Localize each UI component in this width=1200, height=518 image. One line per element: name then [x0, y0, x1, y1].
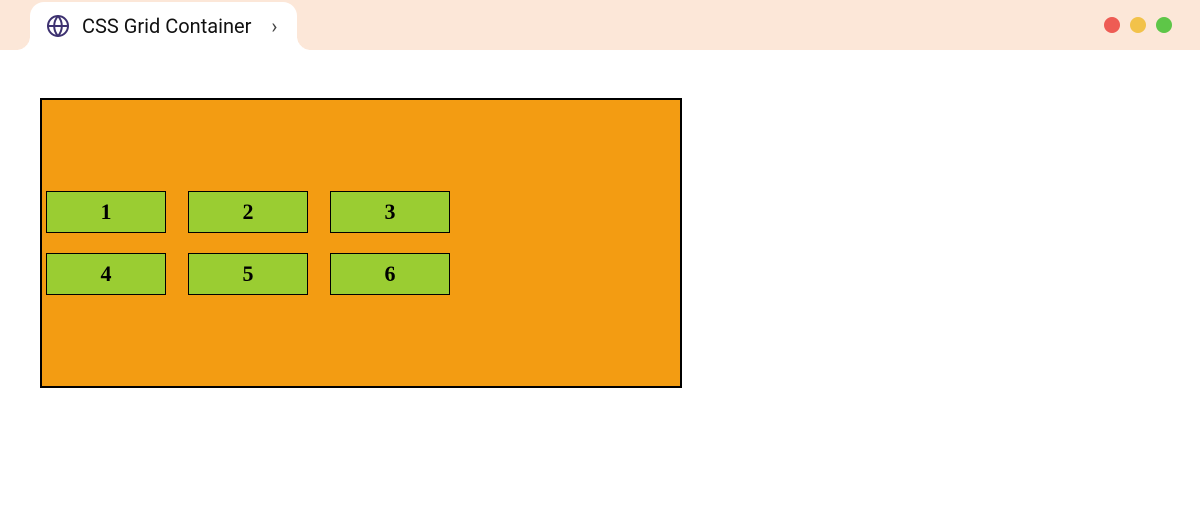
- tab-active[interactable]: CSS Grid Container ›: [30, 2, 297, 50]
- page-content: 1 2 3 4 5 6: [0, 50, 1200, 436]
- close-window-button[interactable]: [1104, 17, 1120, 33]
- grid-item: 5: [188, 253, 308, 295]
- chevron-right-icon: ›: [271, 16, 277, 36]
- tab-bar: CSS Grid Container ›: [0, 0, 1200, 50]
- grid-container: 1 2 3 4 5 6: [40, 98, 682, 388]
- grid-item: 1: [46, 191, 166, 233]
- globe-icon: [46, 14, 70, 38]
- grid-item: 2: [188, 191, 308, 233]
- window-controls: [1104, 17, 1172, 33]
- grid-item: 6: [330, 253, 450, 295]
- tab-title: CSS Grid Container: [82, 14, 251, 38]
- grid-item: 3: [330, 191, 450, 233]
- maximize-window-button[interactable]: [1156, 17, 1172, 33]
- minimize-window-button[interactable]: [1130, 17, 1146, 33]
- grid-item: 4: [46, 253, 166, 295]
